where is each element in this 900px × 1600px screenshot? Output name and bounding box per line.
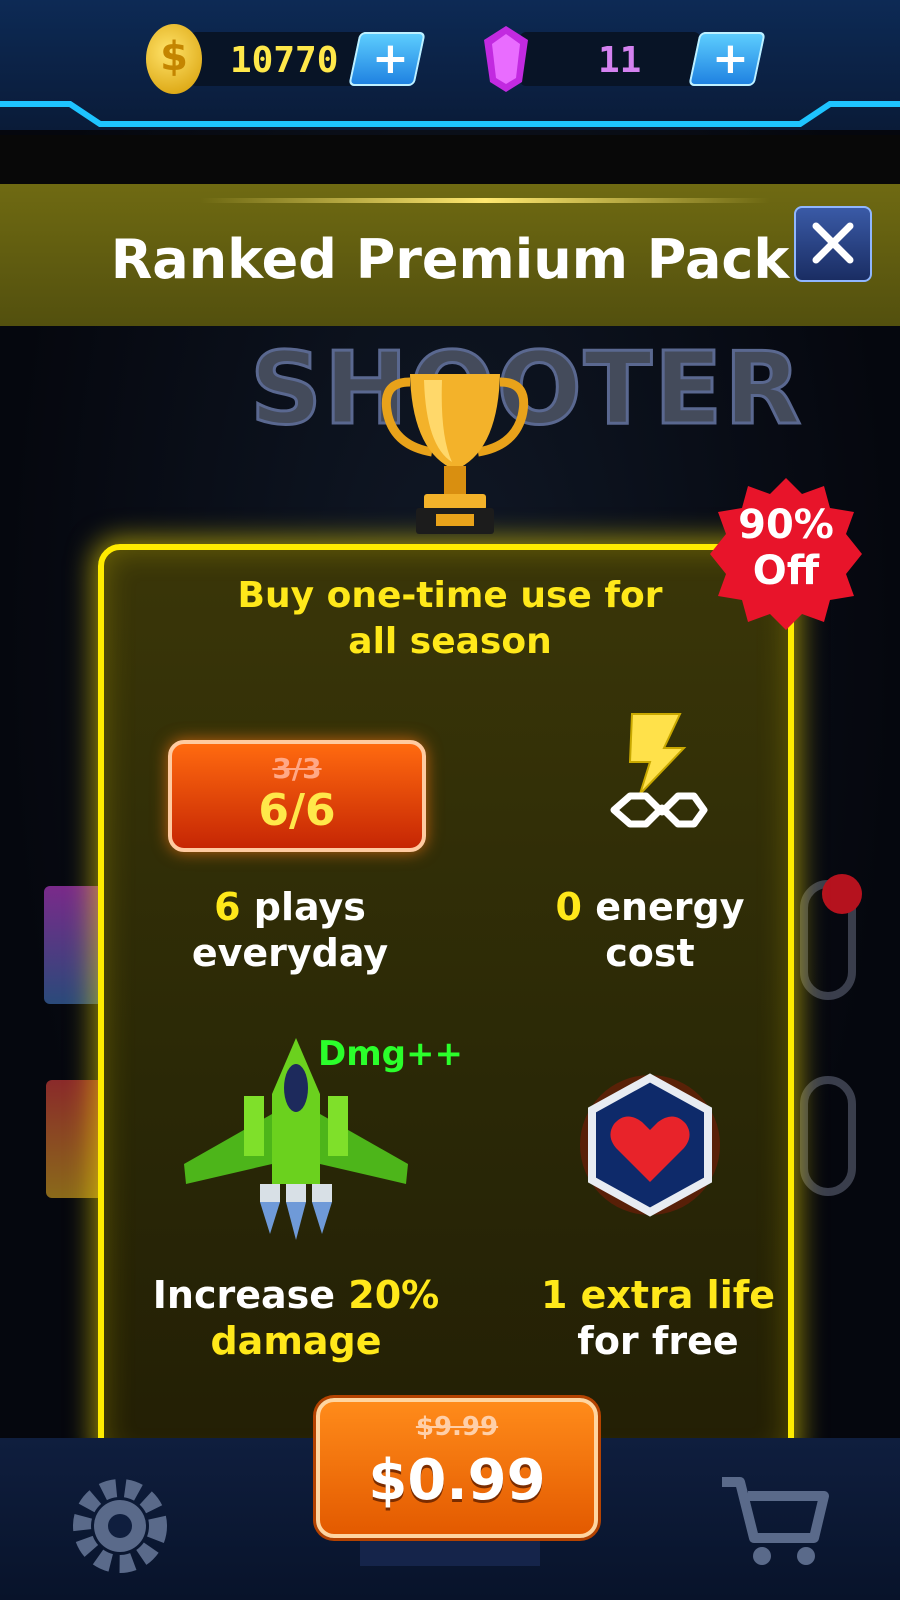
banner-highlight: [200, 198, 770, 203]
plays-caption-word: plays: [253, 885, 366, 929]
damage-caption: Increase 20% damage: [140, 1272, 452, 1364]
plays-caption-line2: everyday: [191, 931, 389, 975]
life-caption-line1: 1 extra life: [540, 1273, 776, 1317]
notification-dot: [822, 874, 862, 914]
energy-caption-line2: cost: [605, 931, 695, 975]
lightning-infinity-icon: [610, 713, 708, 828]
gear-icon[interactable]: [70, 1476, 170, 1576]
trophy-icon: [381, 374, 529, 534]
energy-caption-number: 0: [555, 885, 582, 929]
subtitle-line-2: all season: [348, 621, 552, 662]
close-icon: [812, 222, 854, 264]
discount-percent: 90%: [738, 502, 834, 548]
side-item-left-1: [44, 886, 104, 1004]
damage-caption-line2: damage: [210, 1319, 382, 1363]
side-item-left-2: [46, 1080, 104, 1198]
heart-shield-icon: [580, 1073, 720, 1217]
add-coins-button[interactable]: +: [348, 32, 426, 86]
coin-icon: $: [146, 24, 202, 94]
close-button[interactable]: [794, 206, 872, 282]
damage-caption-percent: 20%: [348, 1273, 440, 1317]
topbar-border: [0, 101, 900, 127]
offer-subtitle: Buy one-time use for all season: [200, 573, 700, 665]
discount-text: 90% Off: [708, 502, 864, 594]
life-caption: 1 extra life for free: [508, 1272, 808, 1364]
plus-icon: +: [372, 33, 409, 84]
discount-word: Off: [752, 548, 820, 594]
damage-tag: Dmg++: [318, 1034, 463, 1074]
new-plays-value: 6/6: [258, 785, 336, 836]
header-band: [0, 135, 900, 185]
subtitle-line-1: Buy one-time use for: [237, 575, 663, 616]
gem-count: 11: [598, 40, 642, 81]
coin-count: 10770: [230, 40, 339, 81]
plays-caption: 6 plays everyday: [150, 884, 430, 976]
cart-icon[interactable]: [720, 1474, 830, 1570]
energy-caption: 0 energy cost: [500, 884, 800, 976]
new-price: $0.99: [368, 1448, 546, 1513]
add-gems-button[interactable]: +: [688, 32, 766, 86]
gem-icon: [482, 24, 530, 94]
old-plays-value: 3/3: [272, 752, 322, 785]
old-price: $9.99: [415, 1412, 499, 1442]
damage-caption-prefix: Increase: [152, 1273, 336, 1317]
side-chest-right: [800, 1076, 856, 1196]
pack-title: Ranked Premium Pack: [110, 228, 790, 291]
life-caption-line2: for free: [577, 1319, 739, 1363]
plays-caption-number: 6: [214, 885, 241, 929]
energy-caption-word: energy: [595, 885, 745, 929]
plus-icon: +: [712, 33, 749, 84]
